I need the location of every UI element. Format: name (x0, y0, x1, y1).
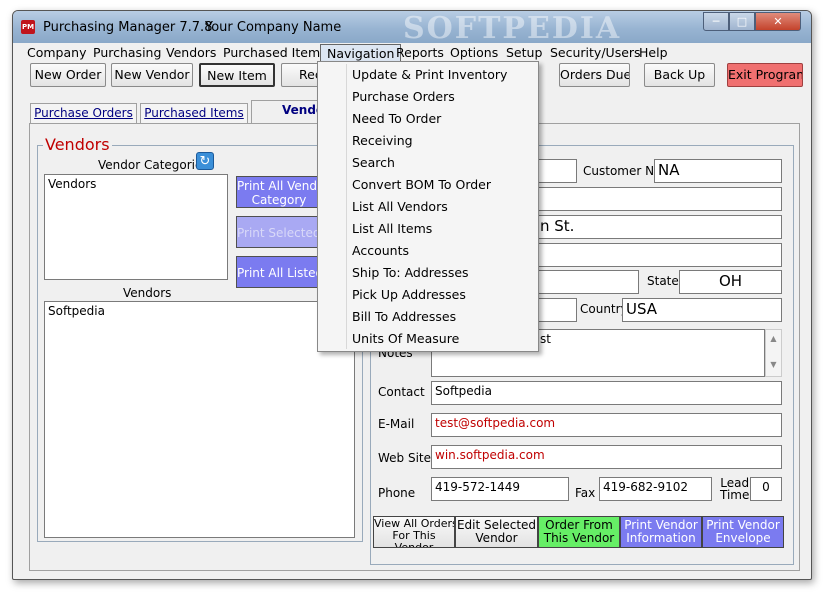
nav-update-print-inventory[interactable]: Update & Print Inventory (318, 64, 538, 86)
lead-time-label: Lead Time (720, 476, 750, 502)
menu-reports[interactable]: Reports (390, 43, 450, 63)
vendor-categories-label: Vendor Categories (98, 158, 209, 172)
state-label: State (647, 274, 679, 288)
nav-need-to-order[interactable]: Need To Order (318, 108, 538, 130)
country-label: Country (580, 302, 628, 316)
tab-vendors[interactable]: Vendo (251, 100, 326, 123)
nav-search[interactable]: Search (318, 152, 538, 174)
order-from-vendor-button[interactable]: Order From This Vendor (538, 516, 620, 548)
country-field[interactable]: USA (622, 298, 782, 322)
exit-program-button[interactable]: Exit Program (727, 63, 803, 87)
customer-no-label: Customer No. (583, 164, 666, 178)
contact-label: Contact (378, 385, 425, 399)
vendor-categories-list[interactable]: Vendors (44, 174, 228, 280)
menu-setup[interactable]: Setup (500, 43, 548, 63)
category-item[interactable]: Vendors (48, 177, 224, 191)
window-title: Purchasing Manager 7.7.8 (43, 20, 213, 35)
website-field[interactable]: win.softpedia.com (431, 445, 782, 469)
nav-list-all-items[interactable]: List All Items (318, 218, 538, 240)
nav-list-all-vendors[interactable]: List All Vendors (318, 196, 538, 218)
softpedia-watermark: SOFTPEDIA (403, 11, 622, 46)
nav-receiving[interactable]: Receiving (318, 130, 538, 152)
menu-vendors[interactable]: Vendors (160, 43, 222, 63)
edit-selected-vendor-button[interactable]: Edit Selected Vendor (455, 516, 538, 548)
print-selected-category-button[interactable]: Print Selected C (236, 216, 322, 248)
menu-purchased-items[interactable]: Purchased Items (217, 43, 333, 63)
menu-options[interactable]: Options (444, 43, 504, 63)
print-vendor-envelope-button[interactable]: Print Vendor Envelope (702, 516, 784, 548)
nav-accounts[interactable]: Accounts (318, 240, 538, 262)
refresh-icon[interactable]: ↻ (196, 152, 214, 170)
email-label: E-Mail (378, 417, 415, 431)
vendor-item[interactable]: Softpedia (48, 304, 351, 318)
print-vendor-info-button[interactable]: Print Vendor Information (620, 516, 702, 548)
menu-help[interactable]: Help (633, 43, 674, 63)
vendors-list-label: Vendors (123, 286, 172, 300)
notes-scrollbar[interactable]: ▲ ▼ (765, 329, 782, 377)
navigation-dropdown: Update & Print Inventory Purchase Orders… (317, 61, 539, 352)
tab-purchase-orders[interactable]: Purchase Orders (30, 103, 137, 123)
vendors-list[interactable]: Softpedia (44, 301, 355, 538)
nav-ship-to-addresses[interactable]: Ship To: Addresses (318, 262, 538, 284)
company-name: Your Company Name (205, 20, 342, 35)
nav-pick-up-addresses[interactable]: Pick Up Addresses (318, 284, 538, 306)
view-all-orders-button[interactable]: View All Orders For This Vendor (373, 516, 455, 548)
fax-label: Fax (575, 486, 596, 500)
nav-purchase-orders[interactable]: Purchase Orders (318, 86, 538, 108)
scroll-up-icon[interactable]: ▲ (766, 334, 781, 343)
new-order-button[interactable]: New Order (30, 63, 106, 87)
state-field[interactable]: OH (679, 270, 782, 294)
menu-bar: Company Purchasing Vendors Purchased Ite… (13, 43, 811, 63)
menu-company[interactable]: Company (21, 43, 92, 63)
nav-units-of-measure[interactable]: Units Of Measure (318, 328, 538, 350)
new-vendor-button[interactable]: New Vendor (111, 63, 193, 87)
new-item-button[interactable]: New Item (199, 63, 275, 87)
scroll-down-icon[interactable]: ▼ (766, 360, 781, 369)
contact-field[interactable]: Softpedia (431, 381, 782, 405)
menu-purchasing[interactable]: Purchasing (87, 43, 167, 63)
title-bar: PM Purchasing Manager 7.7.8 Your Company… (13, 11, 811, 46)
tab-purchased-items[interactable]: Purchased Items (140, 103, 248, 123)
phone-label: Phone (378, 486, 416, 500)
back-up-button[interactable]: Back Up (644, 63, 715, 87)
app-icon: PM (21, 20, 35, 34)
print-all-listed-vendors-button[interactable]: Print All Listed V (236, 256, 322, 288)
nav-convert-bom-to-order[interactable]: Convert BOM To Order (318, 174, 538, 196)
minimize-button[interactable]: ─ (703, 12, 729, 31)
phone-field[interactable]: 419-572-1449 (431, 477, 569, 501)
menu-security-users[interactable]: Security/Users (544, 43, 647, 63)
website-label: Web Site (378, 451, 432, 465)
orders-due-button[interactable]: Orders Due (559, 63, 630, 87)
email-field[interactable]: test@softpedia.com (431, 413, 782, 437)
vendors-heading: Vendors (43, 135, 112, 154)
lead-time-field[interactable]: 0 (750, 477, 782, 501)
close-button[interactable]: ✕ (755, 12, 801, 31)
print-all-vendor-category-button[interactable]: Print All Vendor Category (236, 176, 329, 208)
maximize-button[interactable]: □ (729, 12, 755, 31)
receive-button[interactable]: Rec (281, 63, 319, 87)
nav-bill-to-addresses[interactable]: Bill To Addresses (318, 306, 538, 328)
fax-field[interactable]: 419-682-9102 (599, 477, 712, 501)
customer-no-field[interactable]: NA (654, 159, 782, 183)
